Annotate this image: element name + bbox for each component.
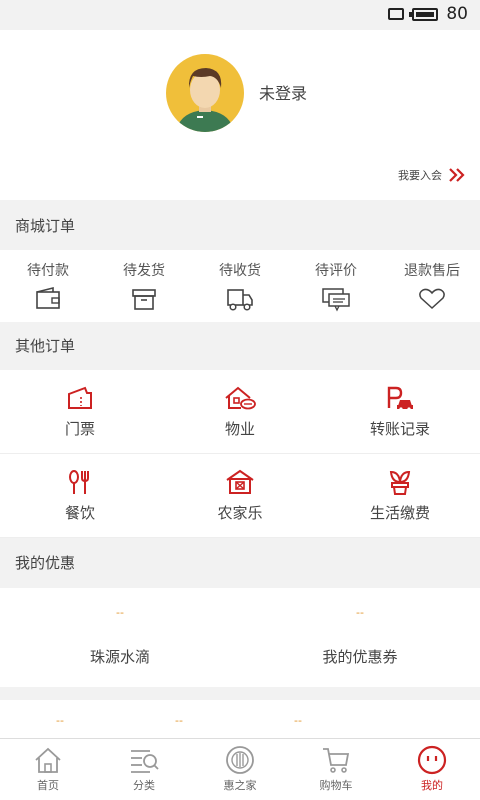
- grid-label: 生活缴费: [369, 504, 430, 522]
- parking-icon: [387, 386, 413, 411]
- dining-entry[interactable]: 餐饮: [0, 454, 160, 537]
- coupons-panel: -- 珠源水滴 -- 我的优惠券: [0, 588, 480, 687]
- battery-level: 80: [446, 4, 468, 24]
- home-icon: [35, 747, 61, 773]
- grid-label: 物业: [224, 420, 255, 438]
- tab-cart[interactable]: 购物车: [288, 739, 384, 800]
- avatar[interactable]: [166, 54, 244, 132]
- coupon-value: --: [356, 606, 364, 619]
- more-benefits-panel: -- -- --: [0, 700, 480, 738]
- screen-rotation-icon: [388, 8, 405, 20]
- order-label: 待付款: [27, 263, 69, 279]
- order-label: 退款售后: [404, 263, 460, 279]
- grid-label: 门票: [64, 420, 95, 438]
- box-icon: [132, 289, 156, 310]
- tab-category[interactable]: 分类: [96, 739, 192, 800]
- wallet-icon: [36, 286, 60, 309]
- order-pending-shipment[interactable]: 待发货: [96, 250, 192, 322]
- tab-mine[interactable]: 我的: [384, 739, 480, 800]
- benefit-value[interactable]: --: [56, 714, 64, 727]
- farmhouse-icon: [226, 469, 254, 494]
- coupon-label: 我的优惠券: [322, 648, 398, 666]
- login-status[interactable]: 未登录: [259, 80, 307, 104]
- grid-label: 农家乐: [217, 504, 263, 522]
- join-membership-link[interactable]: 我要入会: [398, 167, 466, 183]
- profile-icon: [417, 745, 447, 775]
- battery-icon: [409, 7, 439, 21]
- order-pending-payment[interactable]: 待付款: [0, 250, 96, 322]
- farmhouse-entry[interactable]: 农家乐: [160, 454, 320, 537]
- join-link-label: 我要入会: [398, 169, 442, 182]
- double-chevron-right-icon: [449, 168, 465, 182]
- tab-home[interactable]: 首页: [0, 739, 96, 800]
- transfer-records-entry[interactable]: 转账记录: [320, 370, 480, 453]
- emblem-icon: [226, 746, 254, 774]
- grid-label: 转账记录: [369, 420, 430, 438]
- ticket-entry[interactable]: 门票: [0, 370, 160, 453]
- order-pending-review[interactable]: 待评价: [288, 250, 384, 322]
- tab-label: 分类: [133, 779, 155, 792]
- order-label: 待发货: [123, 263, 165, 279]
- order-pending-receipt[interactable]: 待收货: [192, 250, 288, 322]
- utility-payment-entry[interactable]: 生活缴费: [320, 454, 480, 537]
- plant-icon: [389, 470, 411, 495]
- heart-icon: [419, 288, 445, 310]
- dining-icon: [69, 470, 89, 494]
- my-coupons[interactable]: -- 我的优惠券: [240, 588, 480, 687]
- mall-orders-panel: 待付款 待发货 待收货 待评价 退款售后: [0, 250, 480, 322]
- truck-icon: [227, 289, 253, 311]
- tab-hui-home[interactable]: 惠之家: [192, 739, 288, 800]
- coupons-title: 我的优惠: [0, 538, 480, 588]
- profile-header: 未登录 我要入会: [0, 30, 480, 200]
- ticket-icon: [68, 386, 92, 409]
- benefit-value[interactable]: --: [294, 714, 302, 727]
- order-label: 待评价: [315, 263, 357, 279]
- tab-label: 我的: [421, 779, 443, 792]
- cart-icon: [323, 748, 350, 773]
- avatar-person-icon: [176, 68, 234, 132]
- category-icon: [131, 750, 159, 773]
- order-refund-aftersale[interactable]: 退款售后: [384, 250, 480, 322]
- benefit-value[interactable]: --: [175, 714, 183, 727]
- chat-icon: [322, 288, 350, 312]
- bottom-tab-bar: 首页 分类 惠之家 购物车 我的: [0, 738, 480, 800]
- coupon-label: 珠源水滴: [89, 648, 150, 666]
- grid-label: 餐饮: [64, 504, 95, 522]
- status-bar: 80: [0, 0, 480, 28]
- order-label: 待收货: [219, 263, 261, 279]
- water-drop-points[interactable]: -- 珠源水滴: [0, 588, 240, 687]
- tab-label: 惠之家: [223, 779, 257, 792]
- other-orders-panel: 门票 物业 转账记录 餐饮 农家乐 生活缴费: [0, 370, 480, 538]
- house-icon: [225, 386, 256, 410]
- other-orders-title: 其他订单: [0, 322, 480, 370]
- mall-orders-title: 商城订单: [0, 203, 480, 249]
- tab-label: 购物车: [319, 779, 353, 792]
- coupon-value: --: [116, 606, 124, 619]
- property-entry[interactable]: 物业: [160, 370, 320, 453]
- tab-label: 首页: [37, 779, 59, 792]
